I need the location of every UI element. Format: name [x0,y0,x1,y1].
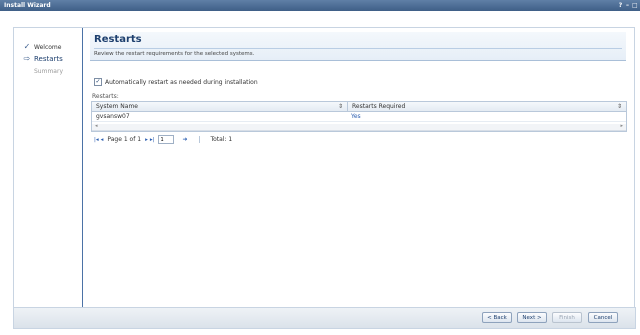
maximize-icon[interactable]: □ [632,0,638,11]
next-page-icon[interactable]: ▸ [145,137,148,143]
total-count: Total: 1 [210,136,233,143]
wizard-steps-nav: ✓ Welcome ⇨ Restarts Summary [14,28,83,308]
column-header-restarts-required[interactable]: Restarts Required ⇕ [348,102,626,111]
page-description: Review the restart requirements for the … [94,51,255,57]
header-divider [94,48,622,49]
scroll-left-icon[interactable]: ◂ [95,123,98,129]
wizard-frame: ✓ Welcome ⇨ Restarts Summary Restarts Re… [13,27,635,308]
help-icon[interactable]: ? [618,0,623,11]
column-header-system-name[interactable]: System Name ⇕ [92,102,348,111]
sort-icon[interactable]: ⇕ [617,102,622,111]
scroll-right-icon[interactable]: ▸ [620,123,623,129]
step-label: Summary [34,68,63,75]
main-content: Restarts Review the restart requirements… [83,28,634,308]
restarts-table: System Name ⇕ Restarts Required ⇕ gvsans… [91,101,627,132]
step-label: Welcome [34,43,62,51]
back-button[interactable]: < Back [482,312,512,323]
page-title: Restarts [94,34,142,45]
step-restarts[interactable]: ⇨ Restarts [23,54,63,64]
page-header: Restarts Review the restart requirements… [90,32,626,61]
cancel-button[interactable]: Cancel [588,312,618,323]
window-title-bar: Install Wizard ? – □ [0,0,640,11]
column-label: System Name [96,103,138,110]
column-label: Restarts Required [352,103,406,110]
auto-restart-checkbox[interactable]: ✓ Automatically restart as needed during… [94,78,258,86]
window-title: Install Wizard [4,2,51,9]
finish-button[interactable]: Finish [552,312,582,323]
page-number-input[interactable] [158,135,175,144]
step-welcome[interactable]: ✓ Welcome [23,42,62,51]
last-page-icon[interactable]: ▸| [150,137,155,143]
table-header: System Name ⇕ Restarts Required ⇕ [92,102,626,112]
first-page-icon[interactable]: |◂ [94,137,99,143]
checkbox-checked-icon[interactable]: ✓ [94,78,102,86]
next-button[interactable]: Next > [517,312,547,323]
horizontal-scrollbar[interactable]: ◂ ▸ [92,123,626,131]
divider [199,136,201,143]
sort-icon[interactable]: ⇕ [338,102,343,111]
auto-restart-label: Automatically restart as needed during i… [105,78,258,86]
table-row[interactable]: gvsansw07 Yes [92,112,626,122]
minimize-icon[interactable]: – [625,0,630,11]
wizard-footer: < Back Next > Finish Cancel [13,307,636,329]
cell-restarts-required[interactable]: Yes [347,113,361,120]
window-controls: ? – □ [618,0,638,11]
pagination-bar: |◂ ◂ Page 1 of 1 ▸ ▸| ➜ Total: 1 [91,133,625,146]
page-label: Page 1 of 1 [107,136,142,143]
arrow-right-icon: ⇨ [23,54,31,63]
cell-system-name: gvsansw07 [96,113,130,120]
checkmark-icon: ✓ [23,42,31,51]
previous-page-icon[interactable]: ◂ [101,137,104,143]
step-label: Restarts [34,55,63,63]
step-summary: Summary [23,68,63,75]
go-page-icon[interactable]: ➜ [182,136,187,143]
table-caption: Restarts: [92,93,119,100]
